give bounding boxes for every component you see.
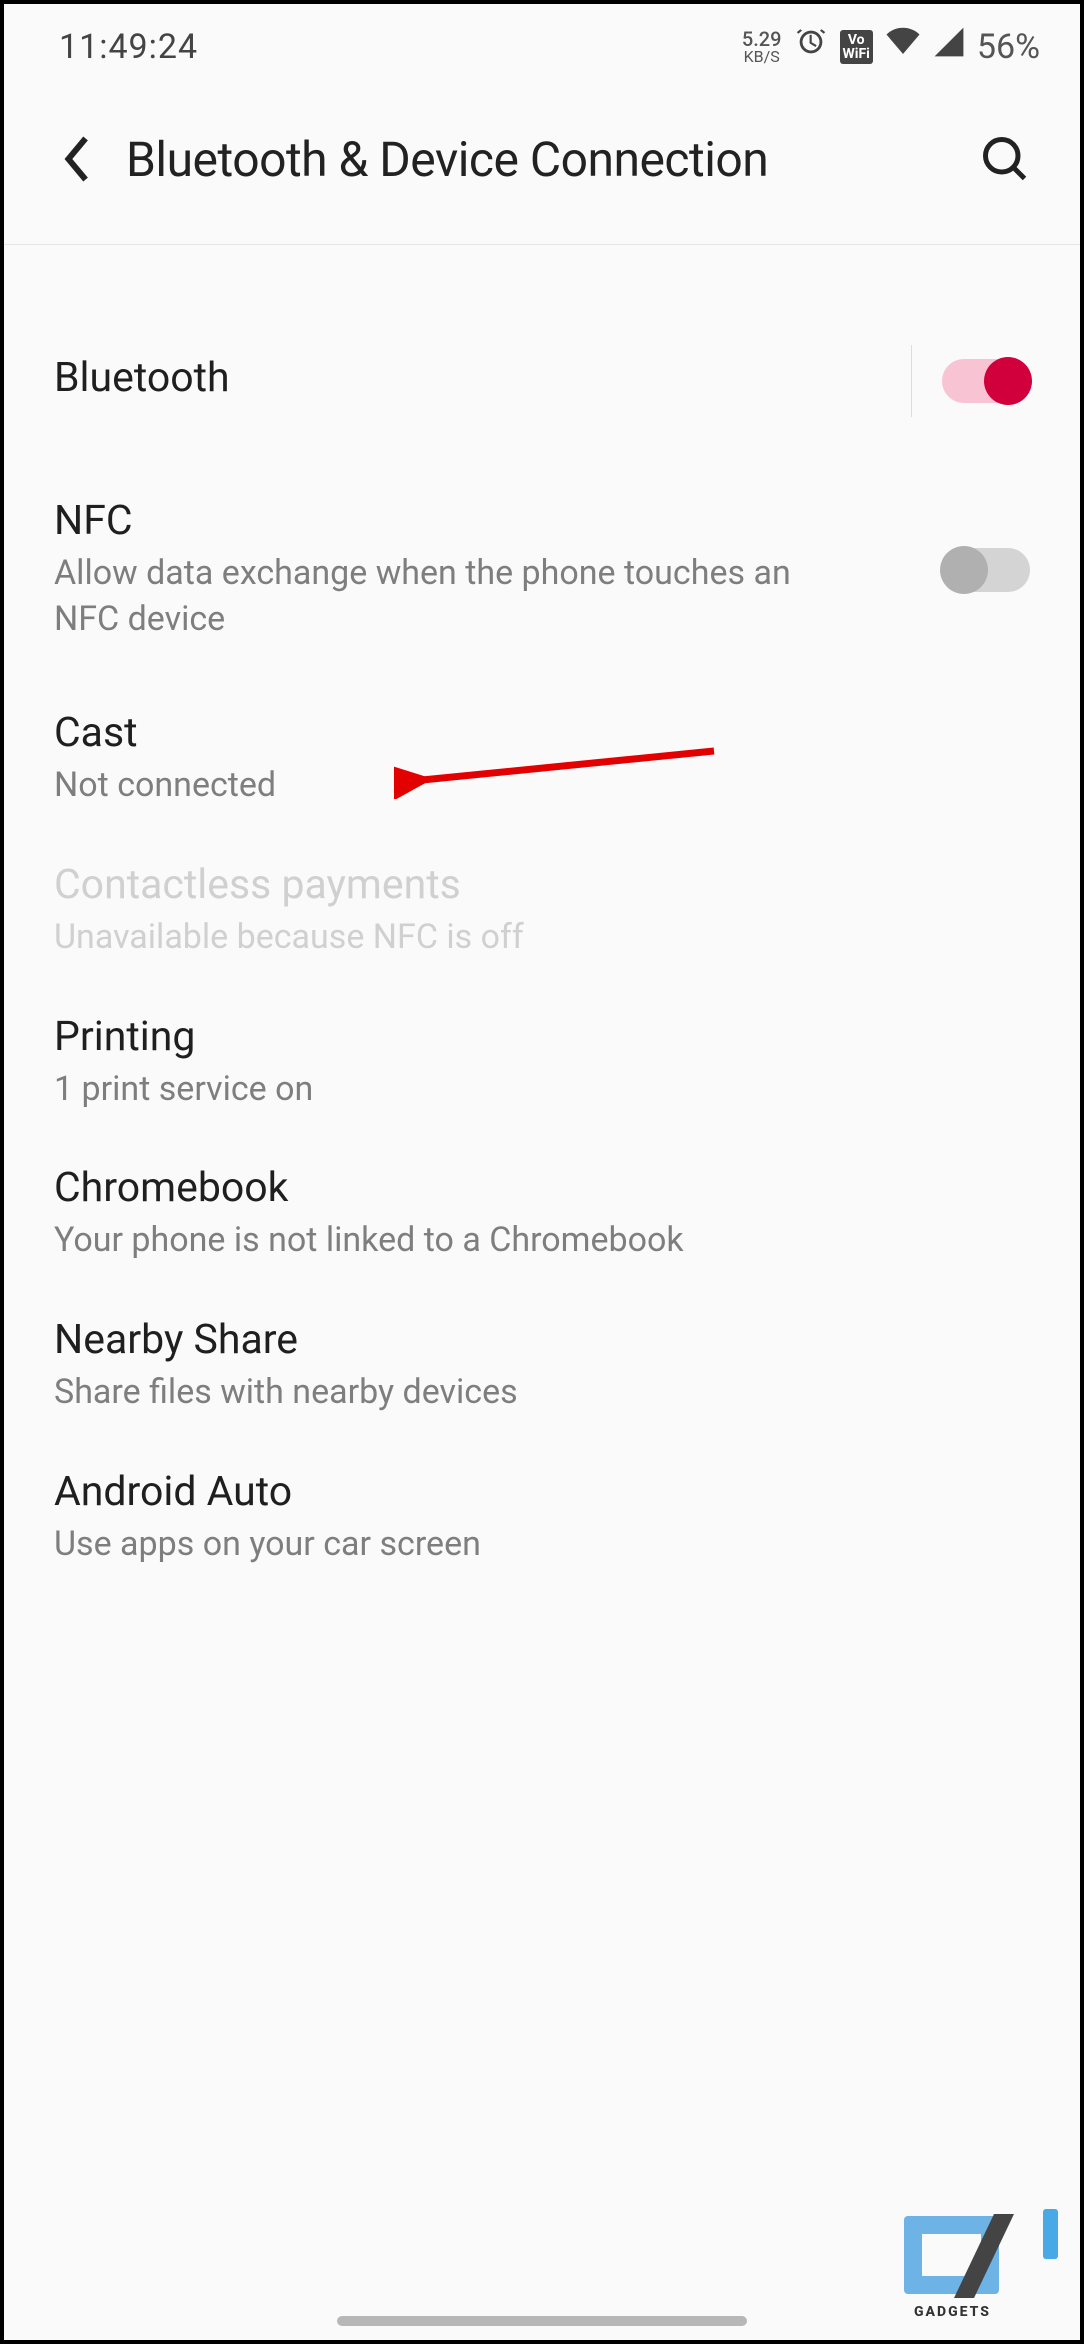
watermark-logo: GADGETS <box>904 2206 1058 2306</box>
page-title: Bluetooth & Device Connection <box>126 131 975 188</box>
chevron-left-icon <box>62 135 92 183</box>
row-title: Bluetooth <box>54 354 895 402</box>
bluetooth-toggle[interactable] <box>942 359 1030 403</box>
settings-list: Bluetooth NFC Allow data exchange when t… <box>4 245 1080 1594</box>
cellular-icon <box>933 26 965 67</box>
vowifi-icon: Vo WiFi <box>840 30 873 64</box>
status-speed: 5.29 KB/S <box>742 29 782 65</box>
back-button[interactable] <box>49 132 104 187</box>
search-icon <box>979 133 1031 185</box>
wifi-icon <box>885 26 921 67</box>
nfc-toggle[interactable] <box>942 548 1030 592</box>
battery-percent: 56% <box>977 27 1040 67</box>
search-button[interactable] <box>975 129 1035 189</box>
toggle-divider <box>911 345 912 417</box>
row-title: Printing <box>54 1013 1030 1061</box>
row-android-auto[interactable]: Android Auto Use apps on your car screen <box>4 1442 1080 1594</box>
row-title: Chromebook <box>54 1164 1030 1212</box>
row-subtitle: 1 print service on <box>54 1067 834 1113</box>
row-chromebook[interactable]: Chromebook Your phone is not linked to a… <box>4 1138 1080 1290</box>
row-title: NFC <box>54 497 942 545</box>
page-header: Bluetooth & Device Connection <box>4 89 1080 245</box>
row-subtitle: Use apps on your car screen <box>54 1522 834 1568</box>
row-nfc[interactable]: NFC Allow data exchange when the phone t… <box>4 471 1080 683</box>
row-printing[interactable]: Printing 1 print service on <box>4 987 1080 1139</box>
row-subtitle: Unavailable because NFC is off <box>54 915 834 961</box>
row-title: Contactless payments <box>54 861 1030 909</box>
row-subtitle: Not connected <box>54 763 834 809</box>
row-contactless-payments: Contactless payments Unavailable because… <box>4 835 1080 987</box>
row-bluetooth[interactable]: Bluetooth <box>4 335 1080 471</box>
row-nearby-share[interactable]: Nearby Share Share files with nearby dev… <box>4 1290 1080 1442</box>
row-cast[interactable]: Cast Not connected <box>4 683 1080 835</box>
row-subtitle: Allow data exchange when the phone touch… <box>54 551 834 643</box>
row-title: Android Auto <box>54 1468 1030 1516</box>
nav-handle[interactable] <box>337 2316 747 2326</box>
row-subtitle: Share files with nearby devices <box>54 1370 834 1416</box>
row-title: Nearby Share <box>54 1316 1030 1364</box>
status-time: 11:49:24 <box>59 27 198 67</box>
alarm-icon <box>794 25 828 68</box>
row-subtitle: Your phone is not linked to a Chromebook <box>54 1218 834 1264</box>
status-right: 5.29 KB/S Vo WiFi 56% <box>742 25 1040 68</box>
status-bar: 11:49:24 5.29 KB/S Vo WiFi 56% <box>4 4 1080 89</box>
row-title: Cast <box>54 709 1030 757</box>
